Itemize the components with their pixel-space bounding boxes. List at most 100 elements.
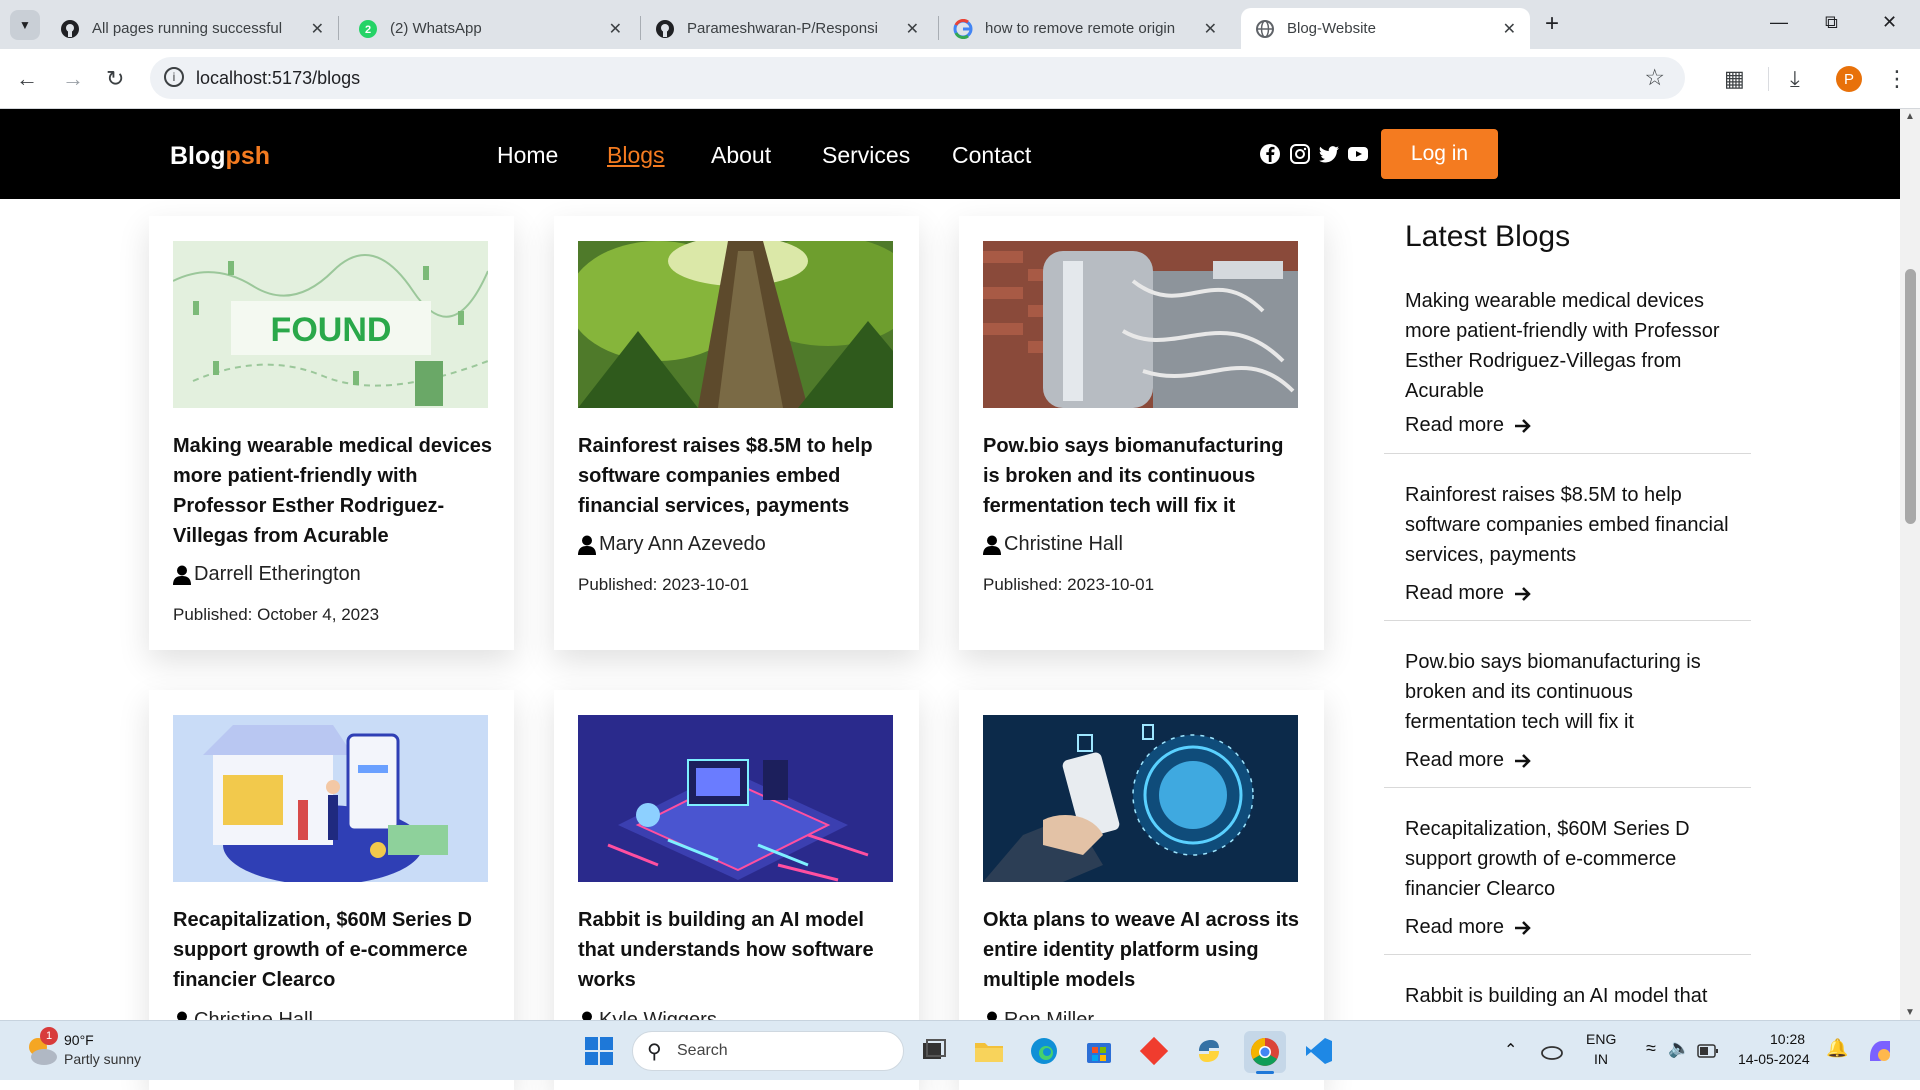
windows-taskbar: 1 90°F Partly sunny ⚲ Search ⌃ ENG IN ≈ … — [0, 1020, 1920, 1080]
forward-icon[interactable]: → — [62, 66, 84, 92]
onedrive-icon[interactable] — [1540, 1041, 1564, 1061]
latest-blog-item: Rainforest raises $8.5M to help software… — [1384, 454, 1751, 621]
latest-blog-title[interactable]: Making wearable medical devices more pat… — [1405, 286, 1745, 406]
weather-widget[interactable]: 1 90°F Partly sunny — [20, 1027, 160, 1073]
page-scrollbar[interactable]: ▲ ▼ — [1900, 109, 1920, 1020]
blog-card[interactable]: FOUND Making wearable medical devices mo… — [149, 216, 514, 650]
tab-blog-website[interactable]: Blog-Website ✕ — [1241, 8, 1530, 49]
volume-icon[interactable]: 🔈 — [1668, 1038, 1690, 1059]
nav-home[interactable]: Home — [497, 142, 558, 169]
new-tab-icon[interactable]: + — [1545, 10, 1559, 38]
blog-card-date: Published: October 4, 2023 — [173, 605, 380, 624]
close-window-icon[interactable]: ✕ — [1882, 12, 1897, 33]
nav-contact[interactable]: Contact — [952, 142, 1031, 169]
blog-card[interactable]: Rainforest raises $8.5M to help software… — [554, 216, 919, 650]
reload-icon[interactable]: ↻ — [106, 66, 124, 92]
close-icon[interactable]: ✕ — [1204, 19, 1217, 39]
blog-thumbnail[interactable]: FOUND — [173, 241, 488, 408]
tab-google-search[interactable]: how to remove remote origin g ✕ — [939, 8, 1231, 49]
blog-card-title[interactable]: Recapitalization, $60M Series D support … — [173, 905, 493, 995]
python-icon[interactable] — [1193, 1035, 1225, 1067]
blog-card-title[interactable]: Rainforest raises $8.5M to help software… — [578, 431, 898, 521]
latest-blog-title[interactable]: Rabbit is building an AI model that — [1405, 981, 1745, 1011]
git-icon[interactable] — [1138, 1035, 1170, 1067]
read-more-link[interactable]: Read more — [1405, 916, 1532, 939]
taskbar-search[interactable]: ⚲ Search — [632, 1031, 904, 1071]
url-text[interactable]: localhost:5173/blogs — [196, 68, 360, 89]
close-icon[interactable]: ✕ — [1503, 19, 1516, 39]
blog-thumbnail[interactable] — [983, 241, 1298, 408]
tab-title: Parameshwaran-P/Responsive- — [687, 20, 877, 37]
tab-github-repo[interactable]: Parameshwaran-P/Responsive- ✕ — [641, 8, 933, 49]
blog-thumbnail[interactable] — [173, 715, 488, 882]
scrollbar-thumb[interactable] — [1905, 269, 1916, 524]
battery-icon[interactable] — [1697, 1044, 1719, 1058]
user-icon — [578, 535, 596, 555]
vscode-icon[interactable] — [1303, 1035, 1335, 1067]
chrome-app[interactable] — [1244, 1031, 1286, 1074]
scroll-down-icon[interactable]: ▼ — [1905, 1007, 1915, 1018]
twitter-icon[interactable] — [1318, 143, 1340, 165]
download-icon[interactable]: ⤓ — [1790, 66, 1800, 92]
latest-blog-title[interactable]: Recapitalization, $60M Series D support … — [1405, 814, 1745, 904]
windows-start-icon[interactable] — [583, 1035, 615, 1067]
read-more-link[interactable]: Read more — [1405, 582, 1532, 605]
tab-title: All pages running successfully · — [92, 20, 282, 37]
nav-blogs[interactable]: Blogs — [607, 142, 665, 169]
avatar-initial: P — [1843, 70, 1854, 88]
clock-date[interactable]: 14-05-2024 — [1738, 1051, 1810, 1067]
extensions-icon[interactable]: ▦ — [1724, 66, 1745, 92]
blog-card-title[interactable]: Pow.bio says biomanufacturing is broken … — [983, 431, 1303, 521]
latest-blog-title[interactable]: Pow.bio says biomanufacturing is broken … — [1405, 647, 1745, 737]
notification-bell-icon[interactable]: 🔔 — [1826, 1038, 1848, 1059]
rainforest-tree — [578, 241, 893, 408]
login-button[interactable]: Log in — [1381, 129, 1498, 179]
blog-thumbnail[interactable] — [983, 715, 1298, 882]
more-menu-icon[interactable]: ⋮ — [1886, 66, 1908, 92]
edge-icon[interactable] — [1028, 1035, 1060, 1067]
site-info-icon[interactable]: i — [164, 67, 184, 87]
blog-card-title[interactable]: Rabbit is building an AI model that unde… — [578, 905, 898, 995]
tab-whatsapp[interactable]: 2 (2) WhatsApp ✕ — [344, 8, 636, 49]
latest-blog-title[interactable]: Rainforest raises $8.5M to help software… — [1405, 480, 1745, 570]
blog-card-title[interactable]: Okta plans to weave AI across its entire… — [983, 905, 1303, 995]
microsoft-store-icon[interactable] — [1083, 1035, 1115, 1067]
scroll-up-icon[interactable]: ▲ — [1905, 111, 1915, 122]
youtube-icon[interactable] — [1347, 143, 1369, 165]
tab-github-pages[interactable]: All pages running successfully · ✕ — [46, 8, 338, 49]
site-logo[interactable]: Blogpsh — [170, 142, 270, 171]
globe-icon — [1255, 19, 1275, 39]
clock-time[interactable]: 10:28 — [1770, 1031, 1805, 1047]
read-more-link[interactable]: Read more — [1405, 414, 1532, 437]
language-bottom[interactable]: IN — [1594, 1051, 1608, 1067]
blog-thumbnail[interactable] — [578, 241, 893, 408]
address-bar[interactable]: i localhost:5173/blogs ☆ — [150, 57, 1685, 99]
bookmark-star-icon[interactable]: ☆ — [1644, 64, 1665, 91]
task-view-icon[interactable] — [918, 1035, 950, 1067]
tab-search-button[interactable]: ▼ — [10, 10, 40, 40]
avatar[interactable]: P — [1836, 66, 1862, 92]
nav-services[interactable]: Services — [822, 142, 910, 169]
restore-icon[interactable]: ⧉ — [1825, 12, 1838, 33]
instagram-icon[interactable] — [1289, 143, 1311, 165]
facebook-icon[interactable] — [1259, 143, 1281, 165]
file-explorer-icon[interactable] — [973, 1035, 1005, 1067]
blog-card-author: Mary Ann Azevedo — [578, 533, 766, 556]
back-icon[interactable]: ← — [16, 66, 38, 92]
close-icon[interactable]: ✕ — [609, 19, 622, 39]
author-name: Darrell Etherington — [194, 563, 361, 585]
chevron-up-icon[interactable]: ⌃ — [1504, 1040, 1517, 1060]
whatsapp-icon: 2 — [358, 19, 378, 39]
blog-thumbnail[interactable] — [578, 715, 893, 882]
close-icon[interactable]: ✕ — [311, 19, 324, 39]
blog-card[interactable]: Pow.bio says biomanufacturing is broken … — [959, 216, 1324, 650]
copilot-icon[interactable] — [1866, 1037, 1894, 1065]
wifi-icon[interactable]: ≈ — [1646, 1038, 1656, 1059]
blog-card-title[interactable]: Making wearable medical devices more pat… — [173, 431, 493, 551]
minimize-icon[interactable]: — — [1770, 12, 1788, 33]
google-icon — [953, 18, 973, 39]
read-more-link[interactable]: Read more — [1405, 749, 1532, 772]
nav-about[interactable]: About — [711, 142, 771, 169]
language-top[interactable]: ENG — [1586, 1031, 1616, 1047]
close-icon[interactable]: ✕ — [906, 19, 919, 39]
